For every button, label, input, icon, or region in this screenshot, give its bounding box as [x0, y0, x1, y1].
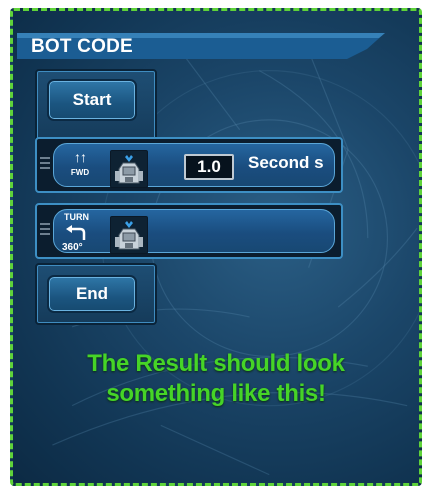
forward-label: FWD: [70, 168, 90, 177]
caption-line-2: something like this!: [106, 380, 326, 407]
turn-left-icon: TURN 360°: [58, 212, 100, 256]
robot-icon: [110, 216, 148, 254]
bot-code-header: BOT CODE: [17, 33, 385, 59]
panel-title: BOT CODE: [31, 36, 133, 57]
turn-label: TURN: [64, 212, 89, 222]
duration-value-field[interactable]: 1.0: [184, 154, 234, 180]
duration-unit-label: Second s: [248, 153, 324, 172]
command-forward-body[interactable]: ↑↑ FWD 1.0 Second s: [53, 143, 335, 188]
command-turn-body[interactable]: TURN 360°: [53, 209, 335, 256]
robot-icon: [110, 150, 148, 188]
forward-arrows-icon: ↑↑ FWD: [60, 150, 100, 188]
drag-handle-icon[interactable]: [40, 157, 50, 172]
command-row-turn[interactable]: TURN 360°: [35, 203, 343, 259]
instruction-caption: The Result should look something like th…: [13, 349, 419, 409]
end-block[interactable]: End: [35, 263, 157, 325]
turn-angle-label: 360°: [62, 242, 83, 253]
caption-line-1: The Result should look: [87, 350, 345, 377]
start-block[interactable]: Start: [35, 69, 157, 145]
end-button[interactable]: End: [47, 275, 137, 313]
start-button[interactable]: Start: [47, 79, 137, 121]
game-screenshot-frame: BOT CODE Start ↑↑ FWD 1.0 Second s TURN …: [10, 8, 422, 486]
command-row-forward[interactable]: ↑↑ FWD 1.0 Second s: [35, 137, 343, 193]
drag-handle-icon[interactable]: [40, 223, 50, 238]
